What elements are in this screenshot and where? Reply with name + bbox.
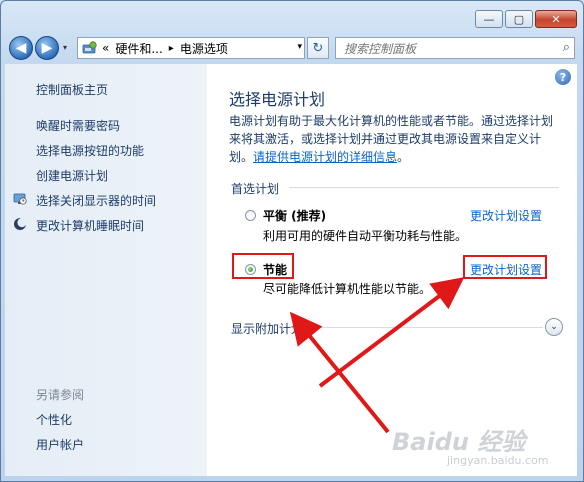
plan-description-balanced: 利用可用的硬件自动平衡功耗与性能。	[263, 229, 468, 243]
sidebar-link-power-button[interactable]: 选择电源按钮的功能	[36, 142, 144, 159]
description-suffix: 。	[397, 150, 410, 164]
control-panel-icon	[82, 41, 97, 54]
plan-details-link[interactable]: 请提供电源计划的详细信息	[253, 150, 397, 164]
display-timer-icon	[13, 193, 27, 205]
sidebar-link-wake-password[interactable]: 唤醒时需要密码	[36, 117, 120, 134]
plan-name-balanced[interactable]: 平衡 (推荐)	[263, 207, 326, 224]
plan-radio-balanced[interactable]	[245, 210, 256, 221]
address-dropdown-icon[interactable]: ▾	[297, 42, 302, 52]
watermark-brand: Baidu 经验	[392, 428, 526, 456]
additional-plans-divider	[307, 327, 543, 328]
see-also-heading: 另请参阅	[36, 388, 85, 402]
change-plan-settings-link-balanced[interactable]: 更改计划设置	[470, 207, 542, 224]
description-line-3: 划。请提供电源计划的详细信息。	[229, 148, 569, 166]
sidebar-link-personalization[interactable]: 个性化	[36, 411, 72, 428]
navigation-bar: ◀ ▶ ▾ « 硬件和... ▸ 电源选项 ▾ ↻ ⌕	[9, 35, 575, 61]
search-box[interactable]: ⌕	[335, 37, 575, 59]
sidebar-control-panel-home[interactable]: 控制面板主页	[36, 81, 108, 98]
close-button[interactable]: ✕	[535, 10, 577, 28]
minimize-button[interactable]: —	[475, 10, 503, 28]
page-title: 选择电源计划	[229, 90, 326, 109]
show-additional-plans-label[interactable]: 显示附加计划	[231, 320, 303, 337]
refresh-button[interactable]: ↻	[307, 37, 329, 59]
plan-description-power-saver: 尽可能降低计算机性能以节能。	[263, 282, 432, 296]
search-icon[interactable]: ⌕	[563, 40, 570, 55]
breadcrumb-power-options[interactable]: 电源选项	[180, 40, 228, 57]
preferred-plans-label: 首选计划	[231, 182, 280, 196]
sidebar-link-create-plan[interactable]: 创建电源计划	[36, 167, 108, 184]
description-line-2: 来将其激活，或选择计划并通过更改其电源设置来自定义计	[229, 132, 542, 146]
help-icon[interactable]: ?	[555, 69, 571, 85]
maximize-button[interactable]: ▢	[505, 10, 533, 28]
history-dropdown-icon[interactable]: ▾	[63, 43, 67, 52]
back-button[interactable]: ◀	[9, 36, 33, 60]
watermark-url: jingyan.baidu.com	[447, 454, 549, 467]
sidebar-link-sleep-time[interactable]: 更改计算机睡眠时间	[36, 217, 144, 234]
breadcrumb-separator-icon[interactable]: ▸	[169, 43, 174, 54]
search-input[interactable]	[342, 39, 546, 59]
breadcrumb-overflow[interactable]: «	[102, 41, 109, 55]
page-description: 电源计划有助于最大化计算机的性能或者节能。通过选择计划 来将其激活，或选择计划并…	[229, 112, 569, 166]
description-prefix: 划。	[229, 150, 254, 164]
expand-chevron-icon[interactable]: ⌄	[545, 318, 563, 336]
group-divider	[289, 187, 559, 188]
forward-button[interactable]: ▶	[35, 36, 59, 60]
annotation-box-change-settings	[463, 255, 547, 279]
sidebar-link-user-accounts[interactable]: 用户帐户	[36, 436, 84, 453]
sidebar: 控制面板主页 唤醒时需要密码 选择电源按钮的功能 创建电源计划 选择关闭显示器的…	[5, 64, 207, 476]
description-line-1: 电源计划有助于最大化计算机的性能或者节能。通过选择计划	[229, 114, 554, 128]
address-bar[interactable]: « 硬件和... ▸ 电源选项 ▾	[77, 37, 305, 59]
sleep-moon-icon	[14, 217, 27, 230]
breadcrumb-hardware-sound[interactable]: 硬件和...	[115, 40, 162, 57]
caption-buttons: — ▢ ✕	[475, 10, 577, 28]
annotation-box-power-saver	[232, 253, 294, 279]
sidebar-link-display-off-time[interactable]: 选择关闭显示器的时间	[36, 192, 156, 209]
